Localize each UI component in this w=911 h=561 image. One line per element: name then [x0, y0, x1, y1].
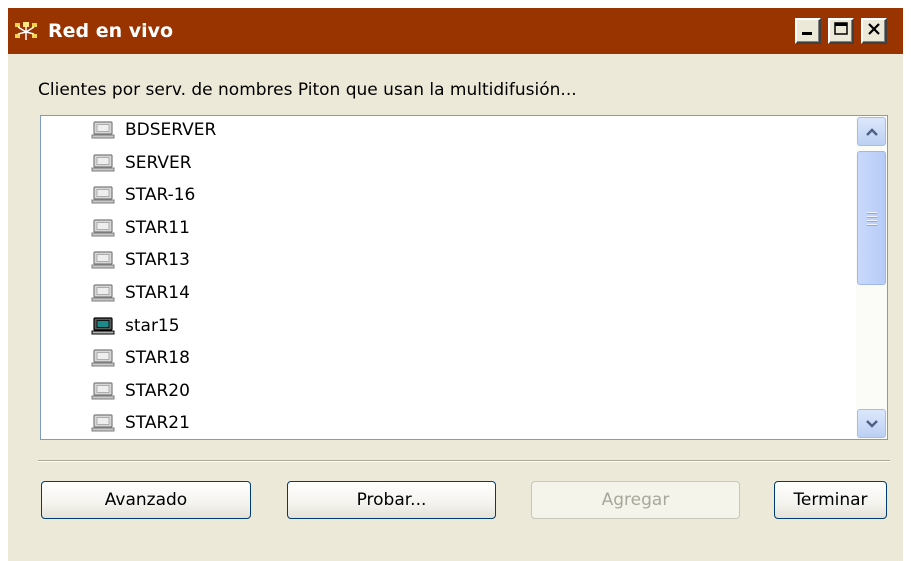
list-item[interactable]: STAR21	[91, 409, 190, 437]
list-item-label: STAR14	[125, 283, 190, 303]
computer-gray-icon	[91, 153, 115, 173]
computer-gray-icon	[91, 413, 115, 433]
test-button-label: Probar...	[356, 490, 427, 510]
dialog-window: Red en vivo Clientes por serv. de nombre…	[8, 8, 903, 561]
list-item-label: star15	[125, 315, 180, 336]
list-item-label: SERVER	[125, 152, 192, 173]
list-item[interactable]: SERVER	[91, 149, 192, 177]
computer-active-icon	[91, 316, 115, 336]
chevron-down-icon	[865, 414, 879, 433]
list-item-label: STAR21	[125, 413, 190, 434]
maximize-button[interactable]	[828, 18, 854, 44]
list-item[interactable]: star15	[91, 312, 180, 340]
advanced-button[interactable]: Avanzado	[41, 481, 251, 519]
close-icon	[866, 21, 882, 41]
computer-gray-icon	[91, 283, 115, 303]
title-bar[interactable]: Red en vivo	[8, 8, 903, 54]
advanced-button-label: Avanzado	[104, 490, 188, 510]
scroll-up-button[interactable]	[857, 117, 886, 146]
list-item-label: STAR20	[125, 380, 190, 401]
list-item[interactable]: BDSERVER	[91, 116, 216, 144]
vertical-scrollbar[interactable]	[856, 116, 887, 439]
add-button[interactable]: Agregar	[531, 481, 740, 519]
list-item[interactable]: STAR-16	[91, 181, 195, 209]
scroll-down-button[interactable]	[857, 409, 886, 438]
chevron-up-icon	[865, 122, 879, 141]
maximize-icon	[833, 21, 849, 41]
add-button-label: Agregar	[601, 490, 670, 510]
grip-line	[867, 224, 877, 225]
separator	[38, 460, 890, 462]
finish-button[interactable]: Terminar	[774, 481, 887, 519]
grip-line	[867, 216, 877, 217]
scroll-thumb[interactable]	[857, 151, 886, 285]
close-button[interactable]	[861, 18, 887, 44]
list-item-label: STAR18	[125, 348, 190, 369]
list-item[interactable]: STAR18	[91, 344, 190, 372]
computer-gray-icon	[91, 185, 115, 205]
list-item-label: STAR13	[125, 250, 190, 271]
finish-button-label: Terminar	[793, 490, 868, 510]
list-item-label: STAR11	[125, 217, 190, 238]
list-item[interactable]: STAR11	[91, 214, 190, 242]
computer-gray-icon	[91, 120, 115, 140]
minimize-button[interactable]	[795, 18, 821, 44]
test-button[interactable]: Probar...	[287, 481, 496, 519]
list-item[interactable]: STAR20	[91, 377, 190, 405]
grip-line	[867, 220, 877, 221]
window-title: Red en vivo	[48, 20, 174, 42]
list-item-label: BDSERVER	[125, 120, 217, 140]
network-app-icon	[14, 20, 38, 42]
list-item[interactable]: STAR13	[91, 246, 190, 274]
computer-gray-icon	[91, 381, 115, 401]
list-description: Clientes por serv. de nombres Piton que …	[38, 80, 577, 100]
grip-line	[867, 212, 877, 213]
list-item-label: STAR-16	[125, 185, 196, 206]
computer-gray-icon	[91, 348, 115, 368]
clients-listbox[interactable]: BDSERVER SERVER STAR-16 STAR11 STAR13 STAR14 s…	[40, 115, 888, 440]
list-item[interactable]: STAR14	[91, 279, 190, 307]
computer-gray-icon	[91, 250, 115, 270]
computer-gray-icon	[91, 218, 115, 238]
minimize-icon	[800, 21, 816, 41]
